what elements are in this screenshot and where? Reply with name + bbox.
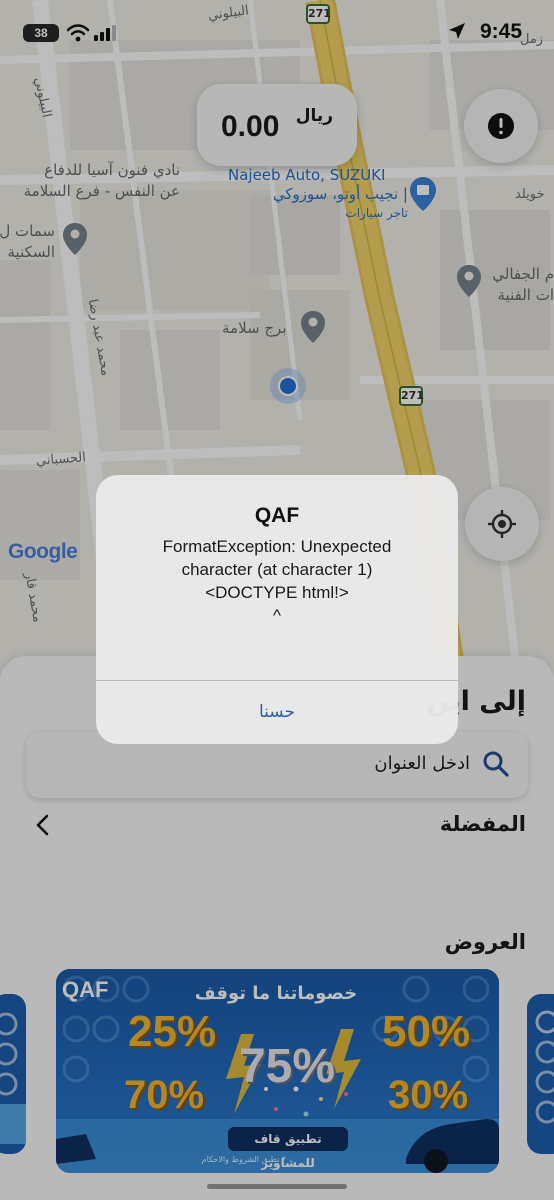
dialog-title: QAF <box>254 504 300 527</box>
error-dialog: QAF FormatException: Unexpected characte… <box>96 475 458 744</box>
dialog-message: FormatException: Unexpected character (a… <box>162 537 392 625</box>
dialog-ok-button[interactable]: حسنا <box>96 681 458 744</box>
